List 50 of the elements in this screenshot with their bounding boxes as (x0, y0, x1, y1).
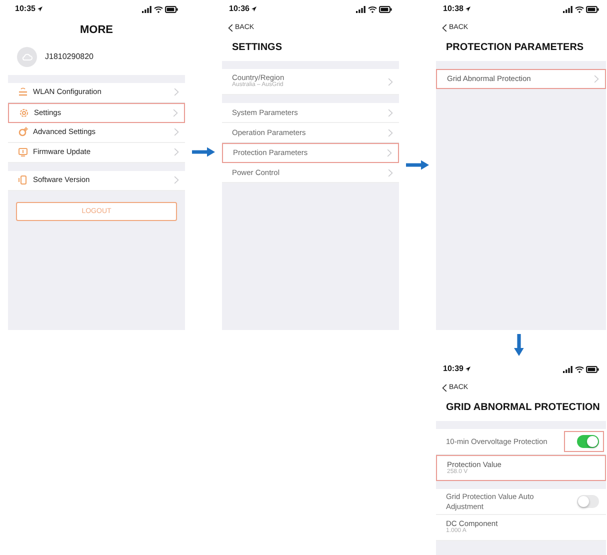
battery-icon (586, 6, 599, 12)
screen-title: GRID ABNORMAL PROTECTION (445, 401, 600, 415)
chevron-right-icon (388, 108, 393, 116)
signal-icon (142, 6, 152, 12)
wifi-icon (154, 6, 163, 12)
chevron-right-icon (388, 128, 393, 136)
device-name: J1810290820 (45, 50, 94, 62)
monitor-icon (18, 147, 28, 157)
battery-icon (165, 6, 178, 12)
chevron-right-icon (174, 148, 179, 156)
signal-icon (356, 6, 366, 12)
screen-title: SETTINGS (231, 41, 282, 55)
signal-icon (563, 6, 573, 12)
battery-icon (586, 366, 599, 372)
status-time: 10:36 (229, 3, 250, 15)
wifi-icon (575, 6, 584, 12)
chevron-right-icon (388, 78, 393, 86)
right-arrow-icon (406, 160, 430, 170)
wifi-icon (368, 6, 377, 12)
chevron-right-icon (174, 128, 179, 136)
screen-title: MORE (80, 23, 113, 38)
chevron-right-icon (387, 149, 392, 157)
cloud-icon (21, 52, 33, 61)
down-arrow-icon (514, 334, 524, 356)
location-icon (37, 6, 44, 12)
status-time: 10:38 (443, 3, 464, 15)
settings-icon (19, 108, 29, 118)
chevron-left-icon (228, 24, 233, 32)
battery-icon (379, 6, 392, 12)
toggle-switch[interactable] (577, 435, 599, 448)
location-icon (251, 6, 258, 12)
wifi-router-icon (18, 87, 28, 97)
chevron-right-icon (173, 108, 178, 116)
phone-icon (18, 175, 28, 185)
chevron-right-icon (174, 88, 179, 96)
toggle-switch[interactable] (577, 495, 599, 508)
chevron-right-icon (388, 168, 393, 176)
chevron-left-icon (442, 24, 447, 32)
right-arrow-icon (192, 147, 216, 157)
chevron-right-icon (174, 176, 179, 184)
gear-plus-icon (18, 127, 28, 137)
chevron-left-icon (442, 384, 447, 392)
status-time: 10:39 (443, 363, 464, 375)
chevron-right-icon (594, 75, 599, 83)
status-time: 10:35 (15, 3, 36, 15)
location-icon (465, 366, 472, 372)
wifi-icon (575, 366, 584, 372)
location-icon (465, 6, 472, 12)
signal-icon (563, 366, 573, 372)
screen-title: PROTECTION PARAMETERS (445, 41, 584, 55)
